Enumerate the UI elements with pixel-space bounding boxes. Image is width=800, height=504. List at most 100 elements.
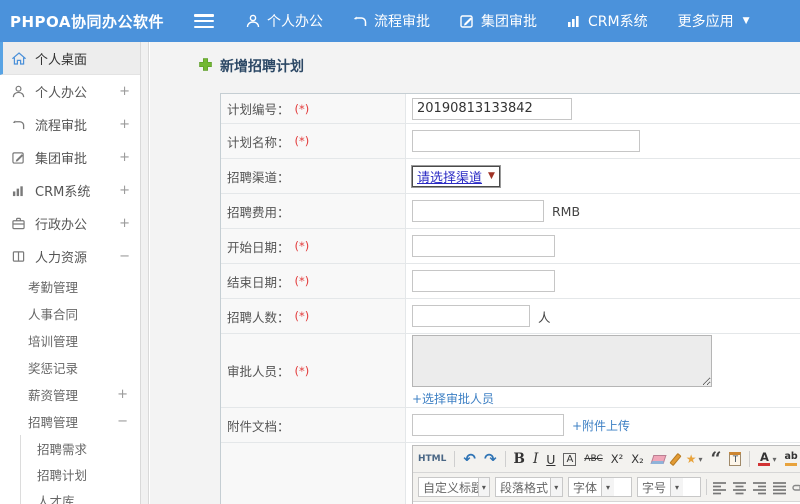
nav-label: 流程审批 <box>374 14 430 30</box>
headcount-input[interactable] <box>412 305 530 327</box>
sidebar-item-admin-office[interactable]: 行政办公 + <box>0 207 140 240</box>
expand-icon[interactable]: + <box>117 387 128 402</box>
required-marker: (*) <box>294 309 310 323</box>
app-logo: PHPOA协同办公软件 <box>10 12 164 31</box>
sidebar-item-talent-pool[interactable]: 人才库 <box>21 487 140 504</box>
sidebar-item-label: CRM系统 <box>35 185 91 200</box>
undo-icon <box>353 14 367 28</box>
font-family-select[interactable]: 字体 ▾ <box>568 477 632 497</box>
blockquote-button[interactable]: “ <box>711 450 722 469</box>
bold-button[interactable]: B <box>514 451 525 467</box>
form-row-approvers: 审批人员： (*) +选择审批人员 <box>221 334 800 408</box>
sidebar-item-personal-office[interactable]: 个人办公 + <box>0 75 140 108</box>
caret-down-icon: ▾ <box>549 478 562 496</box>
link-icon[interactable] <box>792 480 800 495</box>
required-marker: (*) <box>294 101 310 116</box>
expand-icon[interactable]: + <box>119 150 130 165</box>
superscript-button[interactable]: X² <box>611 452 624 466</box>
field-label: 计划编号： <box>227 102 290 117</box>
nav-item-group-approval[interactable]: 集团审批 <box>460 11 537 31</box>
nav-item-crm-system[interactable]: CRM系统 <box>567 11 648 31</box>
attachment-upload-link[interactable]: +附件上传 <box>572 417 630 434</box>
font-size-select[interactable]: 字号 ▾ <box>637 477 701 497</box>
sidebar-item-label: 个人办公 <box>35 86 88 101</box>
form-row-recruit-cost: 招聘费用： RMB <box>221 194 800 229</box>
required-marker: (*) <box>294 239 310 253</box>
sidebar-item-reward-punishment-records[interactable]: 奖惩记录 <box>0 354 140 381</box>
sidebar-item-workflow-approval[interactable]: 流程审批 + <box>0 108 140 141</box>
autotypeset-button[interactable]: ★ ▾ <box>686 452 703 466</box>
redo-button[interactable]: ↷ <box>484 452 497 467</box>
end-date-input[interactable] <box>412 270 555 292</box>
sidebar-item-group-approval[interactable]: 集团审批 + <box>0 141 140 174</box>
sidebar-item-label: 行政办公 <box>35 218 88 233</box>
sidebar-item-human-resources[interactable]: 人力资源 − <box>0 240 140 273</box>
paste-plain-button[interactable]: T <box>729 452 742 466</box>
form-row-plan-name: 计划名称： (*) <box>221 124 800 159</box>
align-left-icon[interactable] <box>712 480 727 495</box>
paragraph-format-select[interactable]: 段落格式 ▾ <box>495 477 563 497</box>
html-source-button[interactable]: HTML <box>418 454 446 464</box>
top-nav: 个人办公 流程审批 集团审批 CRM系统 更多应用 ▼ <box>246 11 750 31</box>
collapse-icon[interactable]: − <box>119 249 130 264</box>
attachment-input[interactable] <box>412 414 564 436</box>
font-style-button[interactable]: A <box>563 452 577 466</box>
format-brush-icon[interactable] <box>669 452 682 466</box>
align-right-icon[interactable] <box>752 480 767 495</box>
align-justify-icon[interactable] <box>772 480 787 495</box>
approvers-textarea[interactable] <box>412 334 712 387</box>
font-color-button[interactable]: A ▾ <box>758 451 777 466</box>
start-date-input[interactable] <box>412 235 555 257</box>
sidebar-item-hr-contracts[interactable]: 人事合同 <box>0 300 140 327</box>
currency-suffix: RMB <box>552 203 581 219</box>
expand-icon[interactable]: + <box>119 216 130 231</box>
user-icon <box>11 85 26 98</box>
channel-select[interactable]: 请选择渠道 ▼ <box>411 164 501 188</box>
sidebar-item-crm-system[interactable]: CRM系统 + <box>0 174 140 207</box>
plan-number-input[interactable] <box>412 97 572 120</box>
expand-icon[interactable]: + <box>119 84 130 99</box>
sidebar-item-recruitment-management[interactable]: 招聘管理 − <box>0 408 140 435</box>
strikethrough-button[interactable]: ABC <box>584 454 602 464</box>
recruit-cost-input[interactable] <box>412 200 544 222</box>
select-approvers-link[interactable]: +选择审批人员 <box>412 390 494 407</box>
expand-icon[interactable]: + <box>119 117 130 132</box>
eraser-icon[interactable] <box>650 454 667 464</box>
chart-icon <box>567 14 581 28</box>
book-icon <box>11 250 26 263</box>
expand-icon[interactable]: + <box>119 183 130 198</box>
align-center-icon[interactable] <box>732 480 747 495</box>
sidebar-item-training-management[interactable]: 培训管理 <box>0 327 140 354</box>
nav-label: 集团审批 <box>481 14 537 30</box>
collapse-icon[interactable]: − <box>117 414 128 429</box>
form-row-start-date: 开始日期： (*) <box>221 229 800 264</box>
undo-button[interactable]: ↶ <box>463 452 476 467</box>
nav-item-more-apps[interactable]: 更多应用 ▼ <box>678 11 750 31</box>
sidebar-item-label: 流程审批 <box>35 119 88 134</box>
caret-down-icon: ▾ <box>601 478 615 496</box>
sidebar-item-salary-management[interactable]: 薪资管理 + <box>0 381 140 408</box>
highlight-color-button[interactable]: ab▾ <box>785 452 800 466</box>
plus-icon <box>199 57 212 75</box>
nav-label: CRM系统 <box>588 14 648 30</box>
sidebar: 个人桌面 个人办公 + 流程审批 + 集团审批 + CRM系统 + 行政办公 +… <box>0 42 141 504</box>
underline-button[interactable]: U <box>546 452 555 467</box>
italic-button[interactable]: I <box>533 451 538 467</box>
nav-item-workflow-approval[interactable]: 流程审批 <box>353 11 430 31</box>
field-label: 附件文档： <box>227 418 290 434</box>
sidebar-scrollbar[interactable] <box>141 42 149 504</box>
nav-item-personal-office[interactable]: 个人办公 <box>246 11 323 31</box>
form-row-attachment: 附件文档： +附件上传 <box>221 408 800 443</box>
sidebar-item-recruitment-plan[interactable]: 招聘计划 <box>21 461 140 487</box>
required-marker: (*) <box>294 363 310 378</box>
subscript-button[interactable]: X₂ <box>631 452 644 466</box>
nav-label: 更多应用 <box>677 14 734 30</box>
editor-toolbar-row2: 自定义标题 ▾ 段落格式 ▾ 字体 ▾ 字号 ▾ <box>413 473 800 502</box>
sidebar-item-personal-desktop[interactable]: 个人桌面 <box>0 42 140 75</box>
plan-name-input[interactable] <box>412 130 640 152</box>
sidebar-item-attendance-management[interactable]: 考勤管理 <box>0 273 140 300</box>
custom-title-select[interactable]: 自定义标题 ▾ <box>418 477 490 497</box>
sidebar-item-recruitment-demand[interactable]: 招聘需求 <box>21 435 140 461</box>
page-title: 新增招聘计划 <box>199 56 800 76</box>
hamburger-menu-icon[interactable] <box>194 14 214 28</box>
